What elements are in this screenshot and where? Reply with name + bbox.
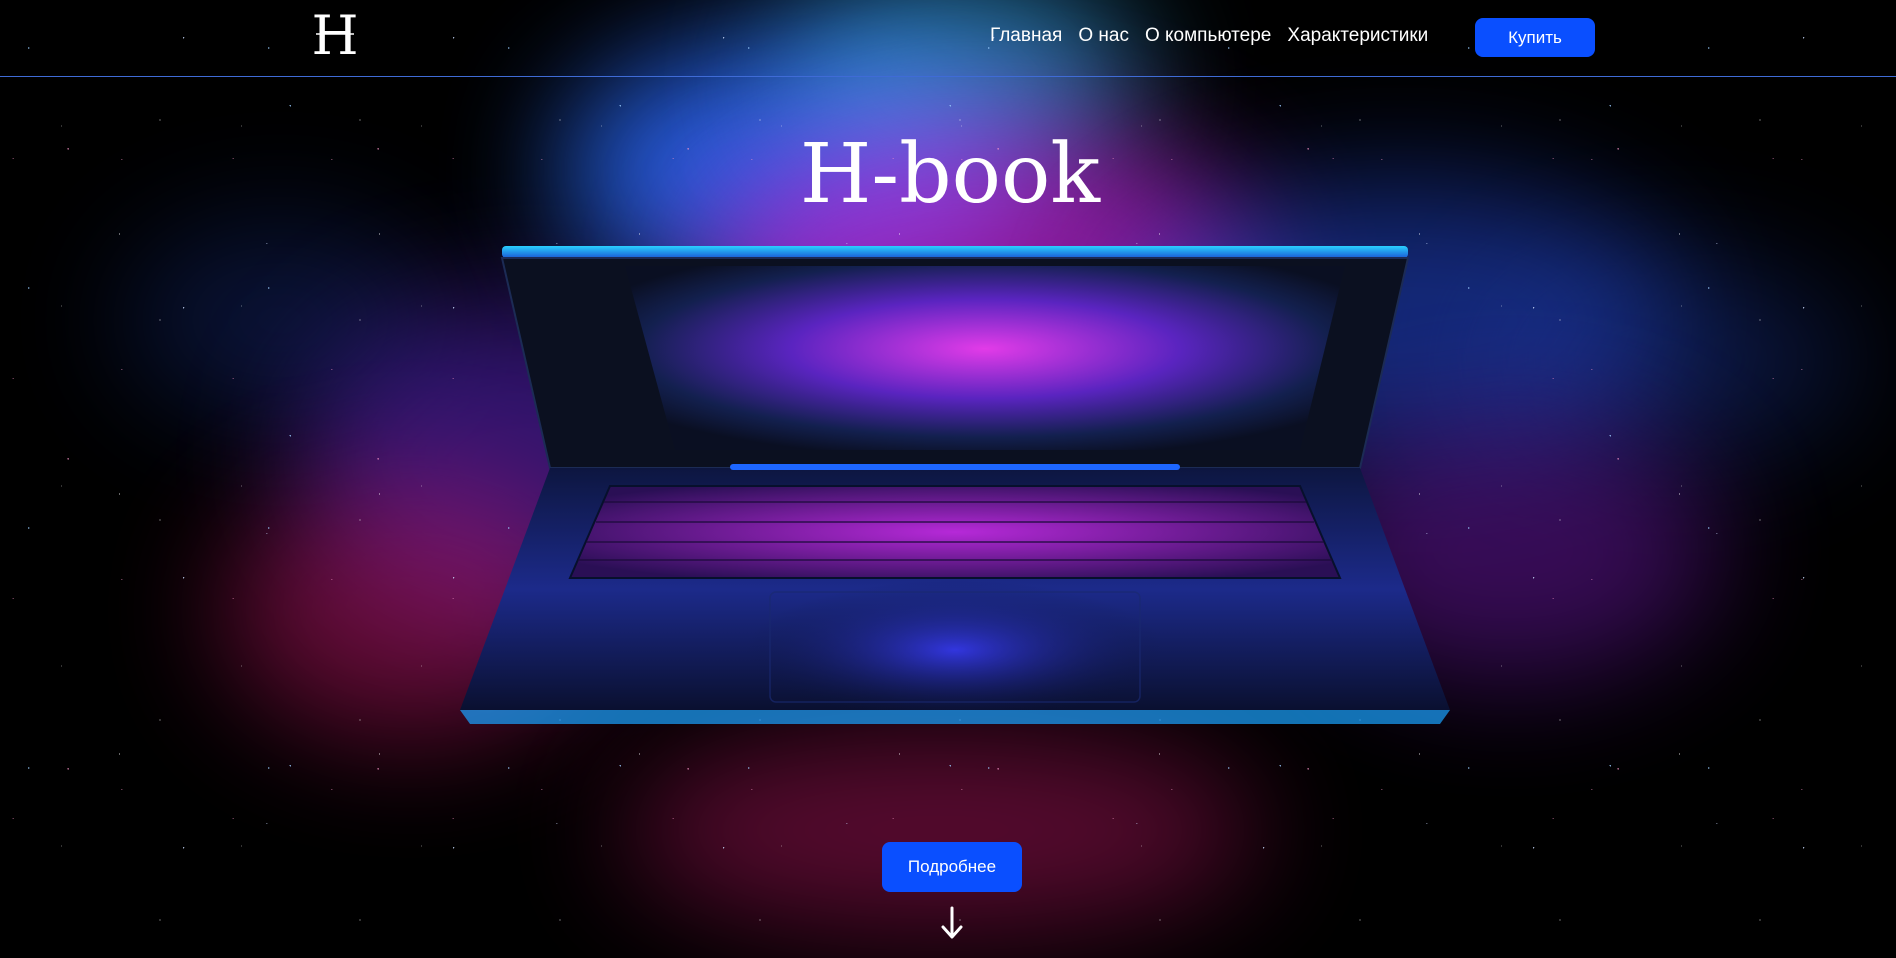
- nav-item-home[interactable]: Главная: [990, 25, 1062, 47]
- more-button[interactable]: Подробнее: [882, 842, 1022, 892]
- buy-button[interactable]: Купить: [1475, 18, 1595, 57]
- laptop-illustration: [460, 246, 1450, 724]
- hero-title-logo: H-book: [800, 128, 1101, 214]
- site-header: H Главная О нас О компьютере Характерист…: [0, 0, 1896, 77]
- hero-title-text: H-book: [800, 128, 1101, 214]
- main-nav: Главная О нас О компьютере Характеристик…: [990, 25, 1444, 47]
- hero-title: H-book: [795, 128, 1105, 214]
- arrow-down-icon[interactable]: [940, 906, 964, 940]
- nav-item-computer[interactable]: О компьютере: [1145, 25, 1271, 47]
- nav-item-specs[interactable]: Характеристики: [1287, 25, 1428, 47]
- logo-link[interactable]: H: [308, 8, 362, 60]
- arrow-down-icon-glyph: [941, 906, 963, 939]
- laptop-image: [460, 240, 1450, 750]
- logo-h-icon: H: [311, 8, 358, 60]
- nav-item-about[interactable]: О нас: [1078, 25, 1129, 47]
